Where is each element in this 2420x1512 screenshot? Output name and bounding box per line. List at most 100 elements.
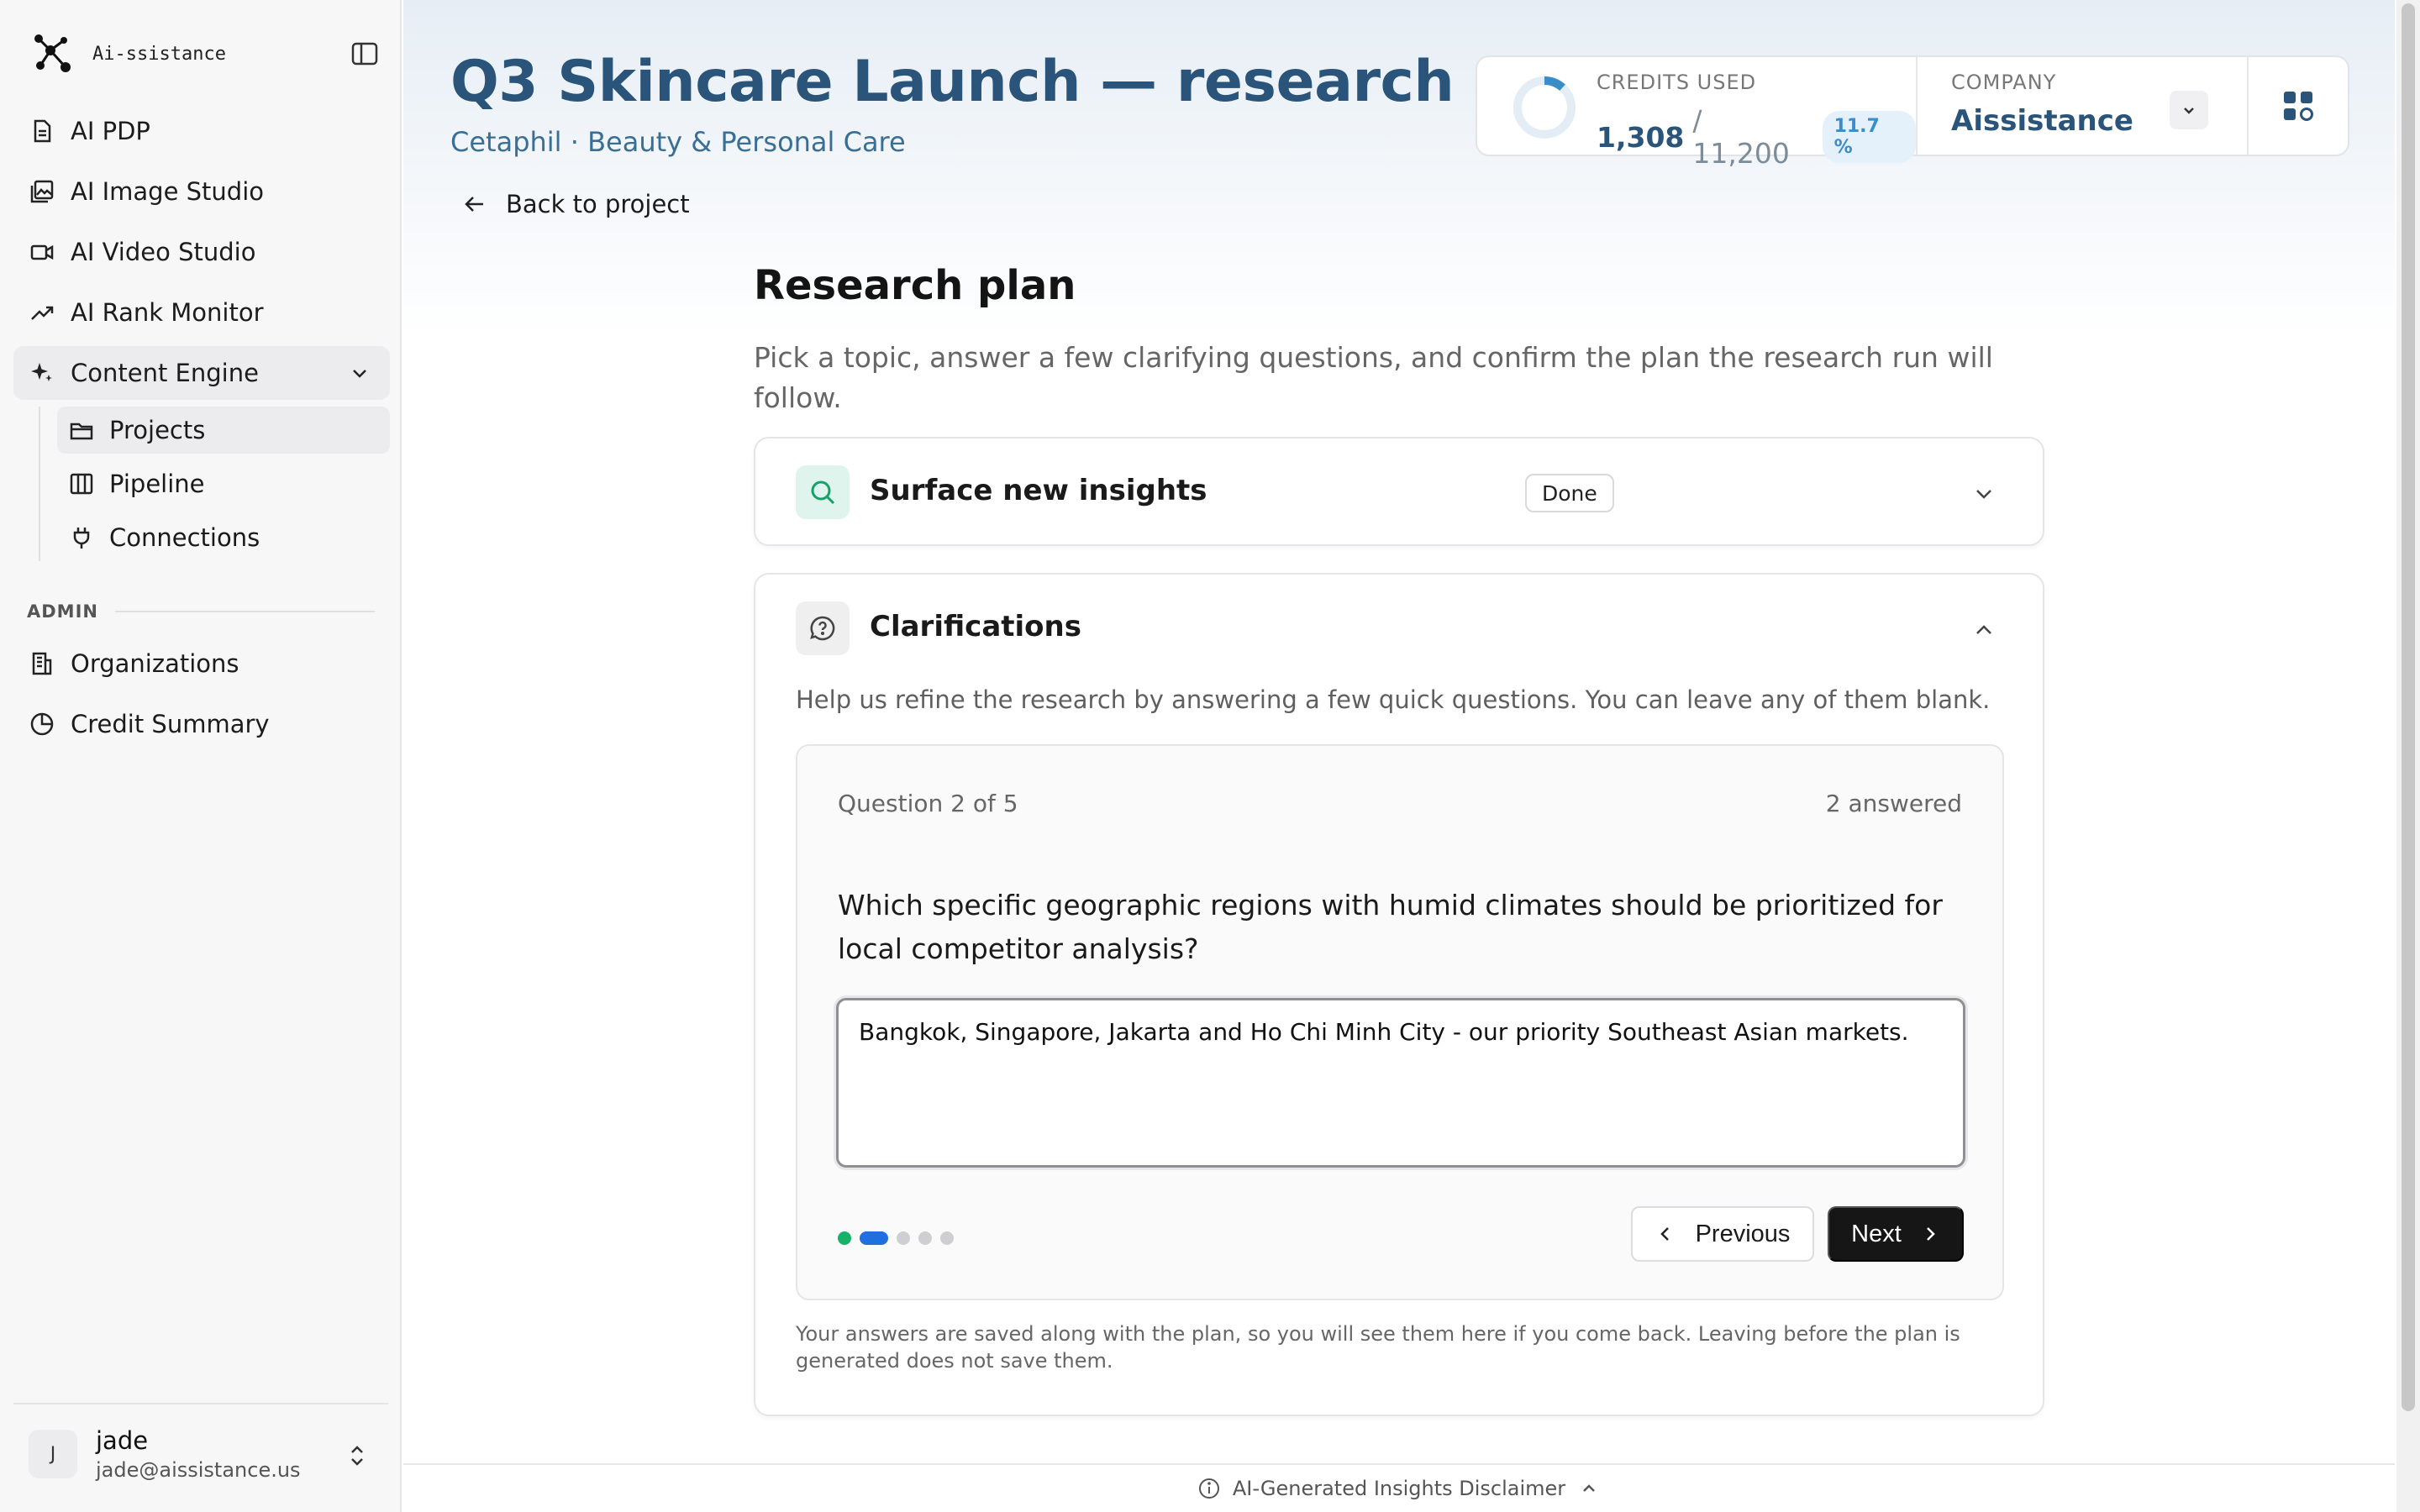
sidebar-toggle-icon[interactable] xyxy=(350,39,380,69)
research-plan-header: Research plan Pick a topic, answer a few… xyxy=(754,262,2046,418)
progress-dot-3[interactable] xyxy=(897,1231,910,1245)
next-label: Next xyxy=(1851,1220,1902,1247)
sidebar-item-ai-pdp[interactable]: AI PDP xyxy=(13,104,390,158)
card-icon-wrap xyxy=(796,465,850,519)
admin-nav: Organizations Credit Summary xyxy=(13,637,390,758)
sidebar-item-label: AI Image Studio xyxy=(71,177,265,206)
progress-dot-1[interactable] xyxy=(838,1231,851,1245)
sidebar-item-ai-image-studio[interactable]: AI Image Studio xyxy=(13,165,390,218)
save-note: Your answers are saved along with the pl… xyxy=(796,1322,1960,1373)
company-dropdown-button[interactable] xyxy=(2170,91,2208,129)
chevron-updown-icon[interactable] xyxy=(345,1443,370,1468)
sidebar-item-connections[interactable]: Connections xyxy=(57,514,390,561)
chevron-down-icon[interactable] xyxy=(348,361,371,385)
topic-card[interactable]: Surface new insights Done xyxy=(754,437,2044,546)
video-icon xyxy=(30,244,54,260)
sidebar-item-label: Credit Summary xyxy=(71,710,270,738)
user-name: jade xyxy=(96,1426,149,1455)
admin-heading: ADMIN xyxy=(27,601,375,622)
credits-label: CREDITS USED xyxy=(1597,71,1757,94)
company-selector[interactable]: COMPANY Aissistance xyxy=(1918,57,2249,155)
chevron-left-icon xyxy=(1660,1227,1669,1241)
previous-label: Previous xyxy=(1695,1220,1791,1247)
chevron-down-icon[interactable] xyxy=(1970,480,1997,507)
sidebar-item-credit-summary[interactable]: Credit Summary xyxy=(13,697,390,751)
chevron-right-icon xyxy=(1926,1227,1935,1241)
company-label: COMPANY xyxy=(1951,71,2057,94)
chevron-up-icon xyxy=(1583,1484,1596,1492)
divider xyxy=(114,611,375,612)
question-counter: Question 2 of 5 xyxy=(838,790,1018,817)
next-button[interactable]: Next xyxy=(1828,1206,1964,1262)
building-icon xyxy=(32,652,52,675)
apps-button[interactable] xyxy=(2249,57,2348,155)
company-name: Aissistance xyxy=(1951,104,2133,138)
sidebar-item-ai-rank-monitor[interactable]: AI Rank Monitor xyxy=(13,286,390,339)
chat-question-icon xyxy=(810,616,835,641)
sidebar-item-label: Organizations xyxy=(71,649,239,678)
chevron-up-icon[interactable] xyxy=(1970,617,1997,643)
credits-percent-badge: 11.7 % xyxy=(1822,111,1916,163)
sidebar-item-label: Pipeline xyxy=(109,470,205,498)
progress-dot-5[interactable] xyxy=(940,1231,954,1245)
disclaimer-bar[interactable]: AI-Generated Insights Disclaimer xyxy=(403,1463,2395,1512)
clarifications-description: Help us refine the research by answering… xyxy=(796,685,1991,714)
sidebar-item-ai-video-studio[interactable]: AI Video Studio xyxy=(13,225,390,279)
sidebar: Ai-ssistance AI PDP AI Image Studio AI V… xyxy=(0,0,402,1512)
info-icon xyxy=(1198,1478,1219,1499)
credits-section[interactable]: CREDITS USED 1,308 / 11,200 11.7 % xyxy=(1477,57,1918,170)
admin-heading-label: ADMIN xyxy=(27,601,98,622)
scrollbar[interactable] xyxy=(2396,0,2420,1512)
page-title: Q3 Skincare Launch — research xyxy=(450,49,1455,115)
document-icon xyxy=(34,119,51,143)
question-text: Which specific geographic regions with h… xyxy=(838,889,1943,965)
plug-icon xyxy=(73,528,90,549)
sparkle-icon xyxy=(31,363,52,381)
topic-card-title: Surface new insights xyxy=(870,474,1207,507)
status-badge: Done xyxy=(1525,474,1614,512)
page-subtitle: Cetaphil · Beauty & Personal Care xyxy=(450,126,906,158)
sidebar-item-organizations[interactable]: Organizations xyxy=(13,637,390,690)
progress-dot-4[interactable] xyxy=(918,1231,932,1245)
user-menu[interactable]: J jade jade@aissistance.us xyxy=(13,1403,388,1504)
sidebar-item-label: Projects xyxy=(109,416,206,444)
sidebar-item-content-engine[interactable]: Content Engine xyxy=(13,346,390,400)
pie-icon xyxy=(30,712,54,736)
main-content: Q3 Skincare Launch — research Cetaphil ·… xyxy=(403,0,2395,1463)
search-icon xyxy=(811,480,835,505)
brand[interactable]: Ai-ssistance xyxy=(30,30,226,77)
main-nav: AI PDP AI Image Studio AI Video Studio A… xyxy=(13,104,390,568)
sidebar-item-label: Connections xyxy=(109,523,260,552)
sidebar-item-projects[interactable]: Projects xyxy=(57,407,390,454)
molecule-icon xyxy=(34,34,71,72)
answer-textarea[interactable] xyxy=(836,998,1965,1168)
avatar: J xyxy=(29,1430,77,1478)
back-to-project-link[interactable]: Back to project xyxy=(462,190,690,218)
scrollbar-thumb[interactable] xyxy=(2402,3,2415,1411)
chevron-down-icon xyxy=(2184,108,2194,114)
credits-used: 1,308 xyxy=(1597,120,1685,154)
question-panel: Question 2 of 5 2 answered Which specifi… xyxy=(796,744,2004,1300)
arrow-left-icon xyxy=(465,197,483,212)
question-progress-dots xyxy=(838,1231,954,1245)
sidebar-item-label: AI PDP xyxy=(71,117,150,145)
credits-values: 1,308 / 11,200 11.7 % xyxy=(1597,104,1916,170)
sidebar-item-label: AI Rank Monitor xyxy=(71,298,264,327)
user-meta: jade jade@aissistance.us xyxy=(96,1426,301,1482)
content-engine-subnav: Projects Pipeline Connections xyxy=(39,407,390,561)
back-link-label: Back to project xyxy=(506,190,690,218)
section-description: Pick a topic, answer a few clarifying qu… xyxy=(754,341,1993,414)
section-title: Research plan xyxy=(754,262,1076,309)
credits-donut xyxy=(1513,76,1576,139)
user-email: jade@aissistance.us xyxy=(96,1458,301,1482)
brand-name: Ai-ssistance xyxy=(92,43,226,65)
clarifications-card: Clarifications Help us refine the resear… xyxy=(754,573,2044,1416)
sidebar-item-pipeline[interactable]: Pipeline xyxy=(57,460,390,507)
progress-dot-2[interactable] xyxy=(860,1231,888,1245)
disclaimer-label: AI-Generated Insights Disclaimer xyxy=(1232,1477,1566,1500)
previous-button[interactable]: Previous xyxy=(1631,1206,1814,1262)
clarifications-title: Clarifications xyxy=(870,610,1081,643)
trend-icon xyxy=(31,306,54,320)
apps-grid-icon xyxy=(2284,92,2313,121)
sidebar-item-label: Content Engine xyxy=(71,359,259,387)
